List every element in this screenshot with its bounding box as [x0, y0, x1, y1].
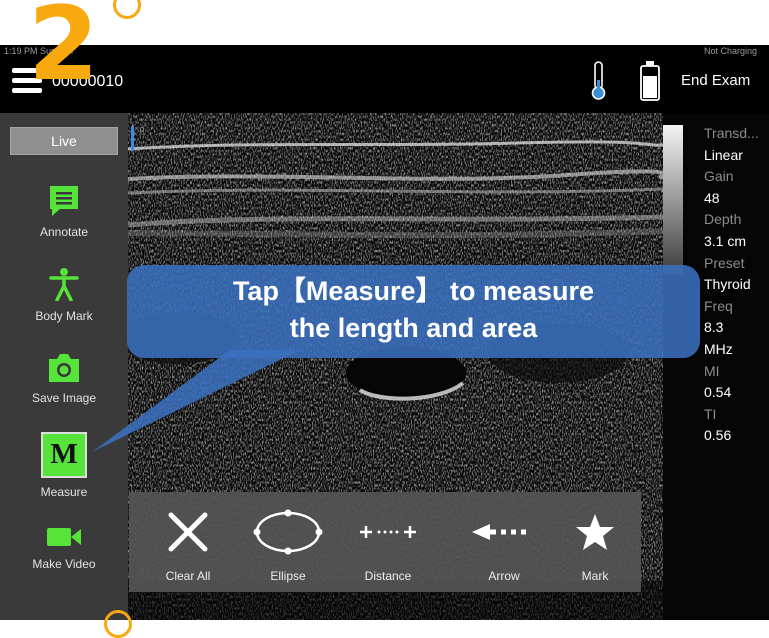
step-number: 2: [28, 0, 99, 104]
callout-line-1: Tap【Measure】 to measure: [232, 276, 595, 306]
instruction-callout: Tap【Measure】 to measure the length and a…: [127, 265, 700, 358]
callout-line-2: the length and area: [289, 313, 538, 343]
step-decoration-circle: [104, 610, 132, 638]
